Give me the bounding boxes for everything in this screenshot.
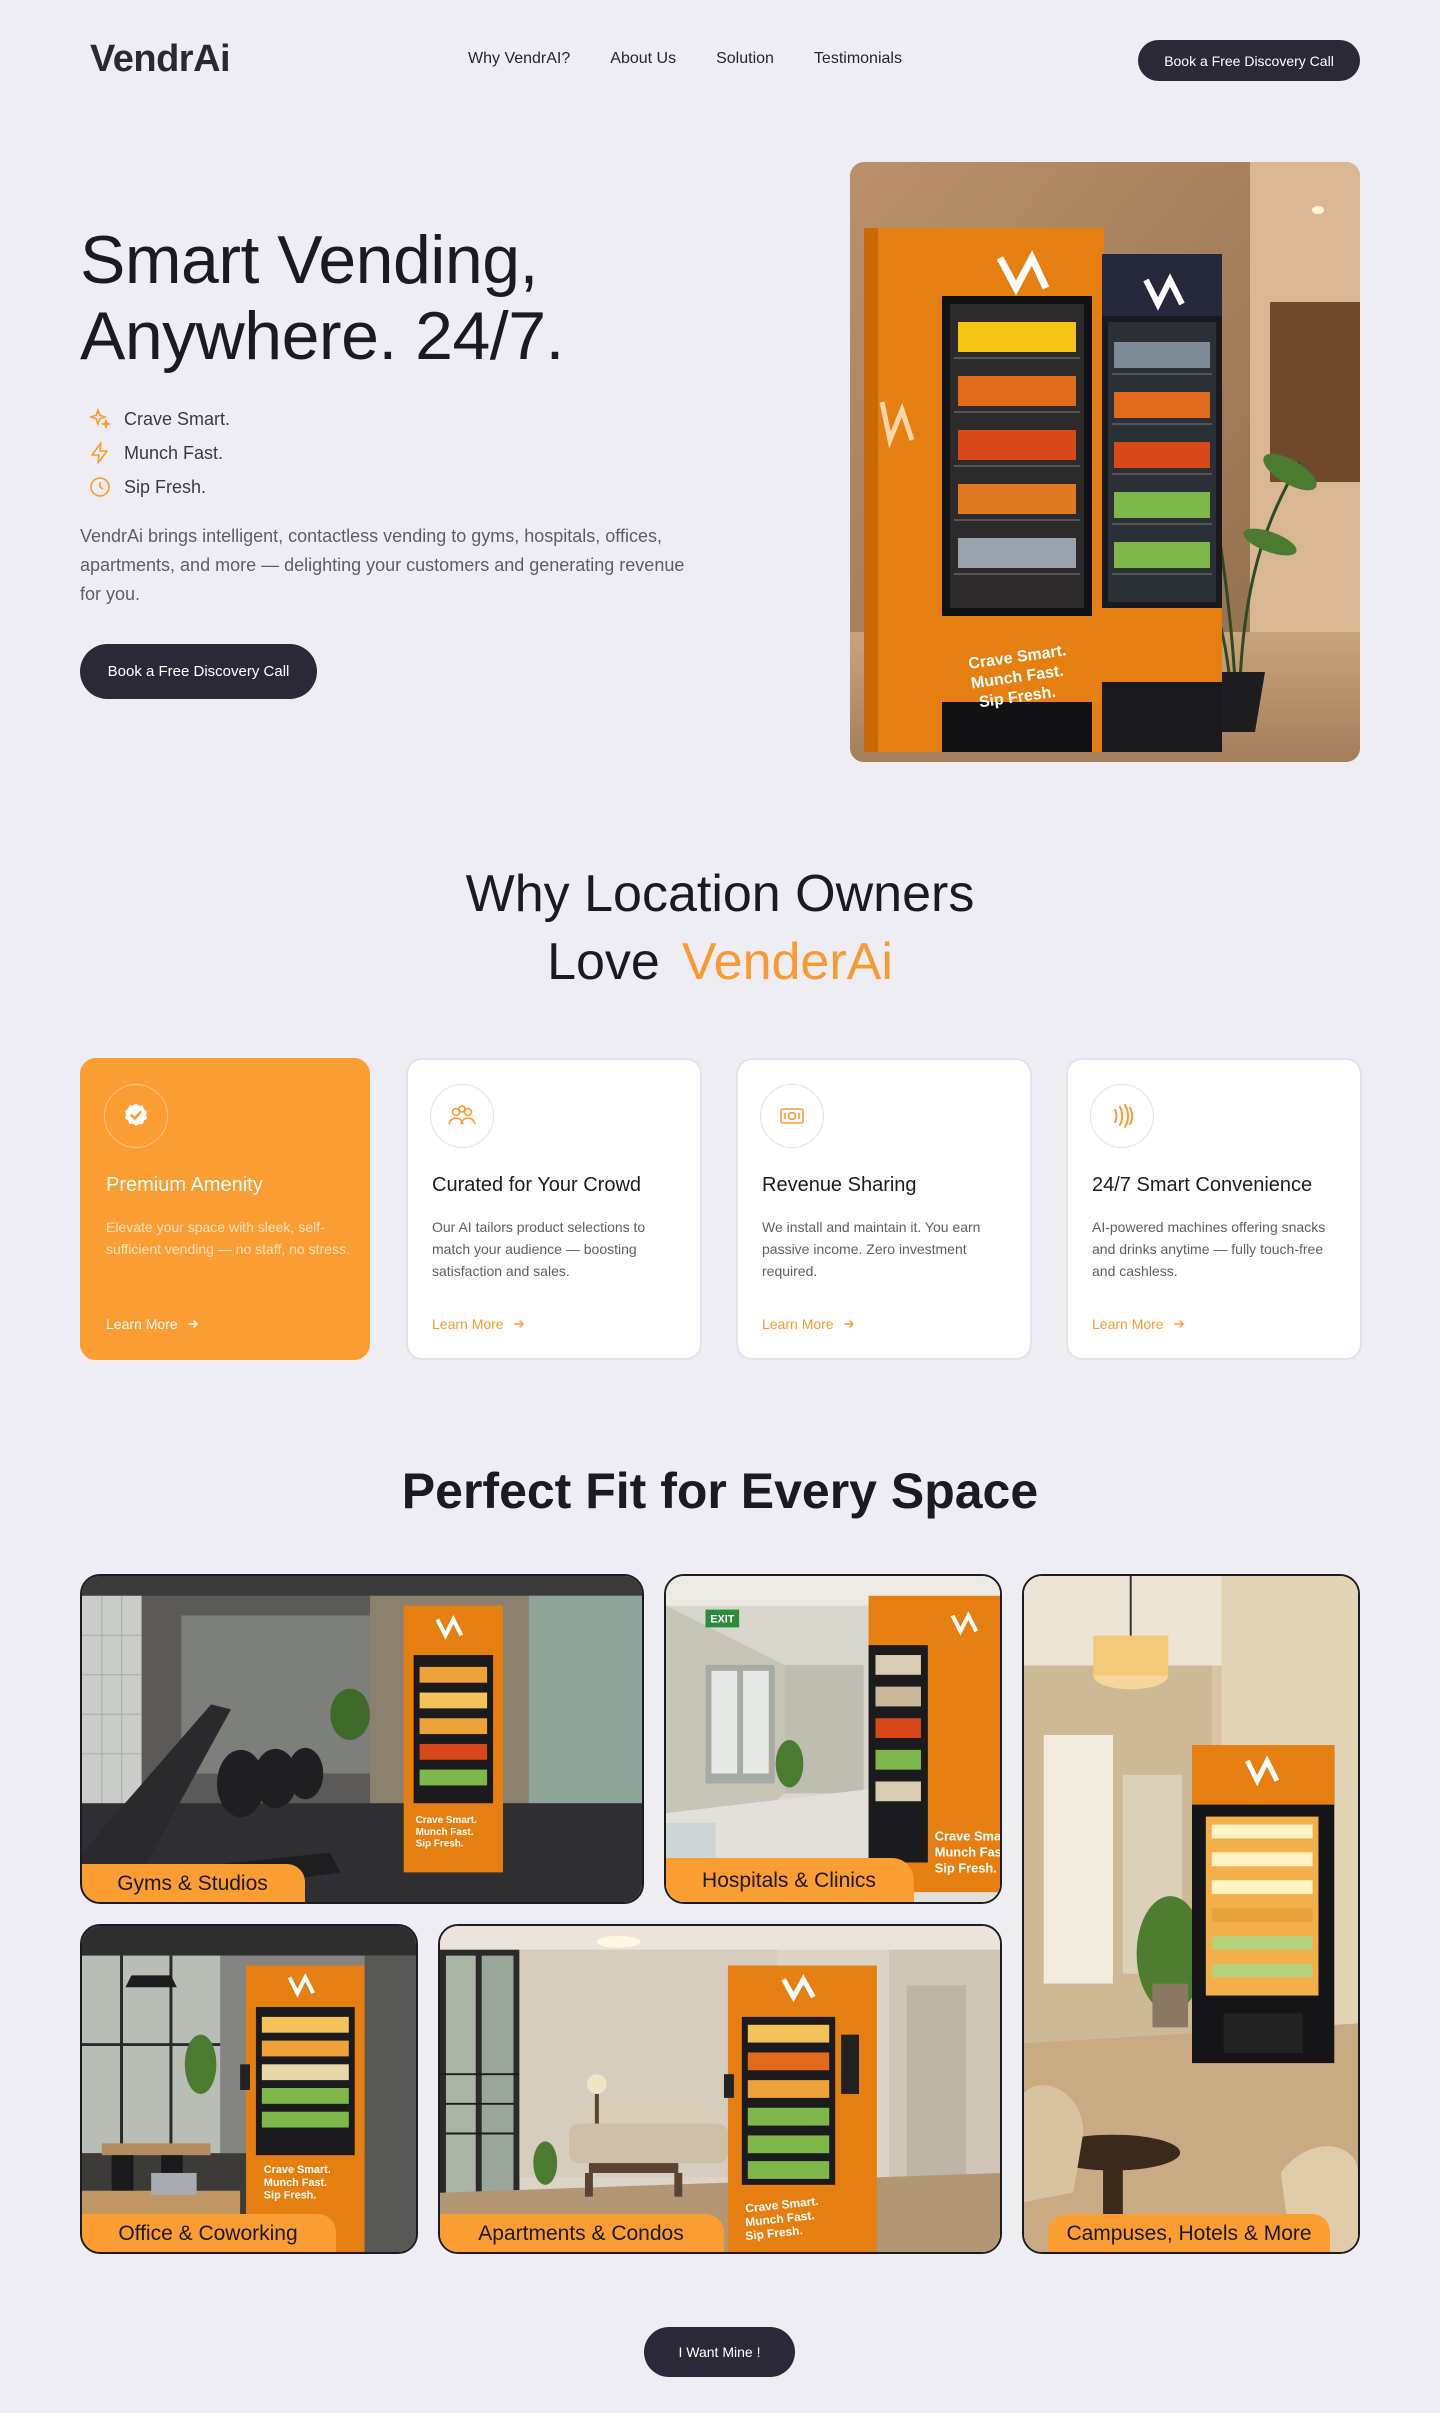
contactless-icon [1114, 1104, 1134, 1128]
card-icon-wrap [760, 1084, 824, 1148]
bullet-label: Munch Fast. [124, 442, 224, 463]
learn-more-link[interactable]: Learn More [432, 1316, 526, 1332]
hero-discovery-call-button[interactable]: Book a Free Discovery Call [80, 644, 317, 699]
learn-more-label: Learn More [1092, 1316, 1164, 1332]
svg-text:Munch Fast.: Munch Fast. [935, 1845, 1000, 1860]
bullet-sip: Sip Fresh. [88, 470, 230, 504]
tile-label: Campuses, Hotels & More [1048, 2214, 1330, 2252]
tile-label: Office & Coworking [82, 2214, 336, 2252]
learn-more-link[interactable]: Learn More [1092, 1316, 1186, 1332]
svg-text:Crave Smart.: Crave Smart. [264, 2164, 331, 2176]
card-title: Revenue Sharing [762, 1174, 917, 1196]
learn-more-label: Learn More [762, 1316, 834, 1332]
tile-apartments-condos[interactable]: Crave Smart. Munch Fast. Sip Fresh. Apar… [438, 1924, 1002, 2254]
users-icon [448, 1105, 476, 1125]
tile-label: Apartments & Condos [440, 2214, 724, 2252]
why-title-brand: VenderAi [681, 933, 893, 991]
svg-text:Sip Fresh.: Sip Fresh. [264, 2190, 317, 2202]
learn-more-label: Learn More [432, 1316, 504, 1332]
card-icon-wrap [104, 1084, 168, 1148]
clock-icon [90, 477, 110, 497]
hero-vending-machine-image: Crave Smart. Munch Fast. Sip Fresh. [850, 162, 1360, 762]
svg-text:Sip Fresh.: Sip Fresh. [935, 1860, 997, 1875]
tile-hospitals-clinics[interactable]: EXIT Crave Smart. Munch Fast. Sip Fresh.… [664, 1574, 1002, 1904]
money-icon [780, 1108, 804, 1124]
card-icon-wrap [430, 1084, 494, 1148]
bullet-label: Crave Smart. [124, 408, 231, 429]
tile-campuses-hotels[interactable]: Campuses, Hotels & More [1022, 1574, 1360, 2254]
learn-more-link[interactable]: Learn More [106, 1316, 200, 1332]
learn-more-link[interactable]: Learn More [762, 1316, 856, 1332]
lightning-icon [91, 442, 108, 464]
card-text: Our AI tailors product selections to mat… [432, 1219, 646, 1279]
nav-discovery-call-button[interactable]: Book a Free Discovery Call [1138, 40, 1360, 81]
why-title-line2: Love VenderAi [0, 928, 1440, 996]
fit-section-title: Perfect Fit for Every Space [401, 1463, 1039, 1519]
bullet-crave: Crave Smart. [88, 402, 230, 436]
svg-text:Munch Fast.: Munch Fast. [264, 2177, 327, 2189]
card-curated-crowd[interactable]: Curated for Your Crowd Our AI tailors pr… [406, 1058, 702, 1360]
tile-office-coworking[interactable]: Crave Smart. Munch Fast. Sip Fresh. Offi… [80, 1924, 418, 2254]
logo[interactable]: VendrAi [90, 38, 231, 81]
svg-text:Crave Smart.: Crave Smart. [935, 1829, 1000, 1844]
tile-gyms-studios[interactable]: Crave Smart. Munch Fast. Sip Fresh. Gyms… [80, 1574, 644, 1904]
card-icon-wrap [1090, 1084, 1154, 1148]
why-title-love: Love [547, 933, 660, 991]
hero-title: Smart Vending, Anywhere. 24/7. [80, 222, 564, 374]
top-navbar: VendrAi Why VendrAI? About Us Solution T… [0, 0, 1440, 122]
badge-check-icon [125, 1103, 147, 1126]
card-revenue-sharing[interactable]: Revenue Sharing We install and maintain … [736, 1058, 1032, 1360]
card-text: AI-powered machines offering snacks and … [1092, 1219, 1326, 1279]
hero-description: VendrAi brings intelligent, contactless … [80, 526, 685, 604]
bullet-label: Sip Fresh. [124, 476, 207, 497]
i-want-mine-button[interactable]: I Want Mine ! [644, 2327, 795, 2377]
nav-link-about[interactable]: About Us [610, 50, 676, 68]
card-title: Curated for Your Crowd [432, 1174, 642, 1196]
tile-label: Hospitals & Clinics [666, 1858, 914, 1902]
learn-more-label: Learn More [106, 1316, 178, 1332]
tile-label: Gyms & Studios [82, 1864, 305, 1902]
why-title-line1: Why Location Owners [465, 865, 975, 923]
svg-text:Munch Fast.: Munch Fast. [416, 1827, 474, 1838]
sparkle-icon [88, 407, 112, 430]
arrow-right-icon [187, 1320, 198, 1328]
nav-links: Why VendrAI? About Us Solution Testimoni… [468, 50, 902, 68]
arrow-right-icon [843, 1320, 854, 1328]
card-smart-convenience[interactable]: 24/7 Smart Convenience AI-powered machin… [1066, 1058, 1362, 1360]
card-text: Elevate your space with sleek, self-suff… [106, 1219, 350, 1257]
card-title: Premium Amenity [106, 1174, 263, 1196]
card-title: 24/7 Smart Convenience [1092, 1174, 1313, 1196]
svg-text:Crave Smart.: Crave Smart. [416, 1815, 477, 1826]
nav-link-why[interactable]: Why VendrAI? [468, 50, 570, 68]
bullet-munch: Munch Fast. [88, 436, 230, 470]
card-text: We install and maintain it. You earn pas… [762, 1219, 981, 1279]
hero-bullets: Crave Smart. Munch Fast. Sip Fresh. [88, 402, 230, 504]
svg-text:Sip Fresh.: Sip Fresh. [416, 1839, 464, 1850]
arrow-right-icon [1173, 1320, 1184, 1328]
nav-link-testimonials[interactable]: Testimonials [814, 50, 902, 68]
nav-link-solution[interactable]: Solution [716, 50, 774, 68]
why-section-title: Why Location Owners Love VenderAi [0, 860, 1440, 996]
exit-sign: EXIT [710, 1613, 735, 1625]
arrow-right-icon [513, 1320, 524, 1328]
card-premium-amenity[interactable]: Premium Amenity Elevate your space with … [80, 1058, 370, 1360]
